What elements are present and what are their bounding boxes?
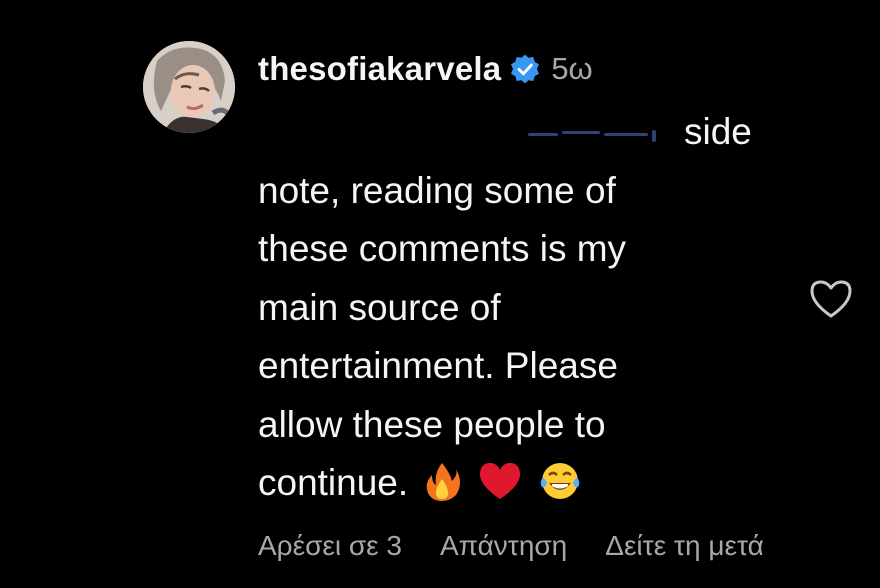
heart-outline-icon[interactable] [808,278,854,320]
redacted-mention [528,124,678,144]
see-translation-link[interactable]: Δείτε τη μετά [605,530,764,562]
comment-line: note, reading some of [258,169,616,211]
likes-count-link[interactable]: Αρέσει σε 3 [258,530,402,562]
comment-line: side [258,103,778,162]
comment-text: side note, reading some of these comment… [258,103,778,513]
comment-line: these comments is my [258,228,627,269]
username[interactable]: thesofiakarvela [258,50,501,88]
comment-line: entertainment. Please [258,345,618,386]
fire-emoji [424,460,461,519]
comment-line: main source of [258,286,501,328]
reply-button[interactable]: Απάντηση [440,530,567,562]
tears-of-joy-emoji [539,460,581,519]
comment-header: thesofiakarvela 5ω [258,48,593,90]
comment-line-last: continue. [258,454,778,513]
avatar[interactable] [143,41,235,133]
avatar-image [143,41,235,133]
red-heart-emoji [477,460,523,519]
comment: thesofiakarvela 5ω side note, reading so… [0,0,880,588]
comment-line-text: continue. [258,462,409,503]
comment-line: allow these people to [258,403,606,445]
comment-line-text: side [684,111,752,152]
timestamp[interactable]: 5ω [551,51,592,87]
comment-footer: Αρέσει σε 3 Απάντηση Δείτε τη μετά [258,530,764,562]
verified-badge-icon [509,53,541,85]
